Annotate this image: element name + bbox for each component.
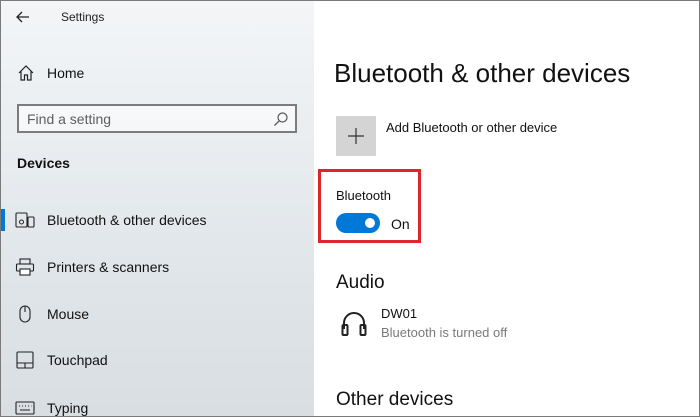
device-status: Bluetooth is turned off (381, 325, 508, 340)
sidebar-item-printers[interactable]: Printers & scanners (1, 249, 314, 285)
sidebar-item-mouse[interactable]: Mouse (1, 296, 314, 332)
device-item-dw01[interactable]: DW01 Bluetooth is turned off (336, 303, 676, 343)
sidebar-item-touchpad[interactable]: Touchpad (1, 342, 314, 378)
main-content: Bluetooth & other devices Add Bluetooth … (314, 1, 699, 416)
plus-icon (348, 128, 364, 144)
sidebar-item-label: Mouse (47, 306, 90, 322)
headphones-icon (341, 312, 367, 336)
search-icon[interactable] (273, 111, 289, 127)
home-icon (18, 65, 34, 81)
back-arrow-icon (16, 11, 29, 23)
sidebar-item-typing[interactable]: Typing (1, 390, 314, 416)
sidebar: Settings Home Devices Bluetooth & other (1, 1, 314, 416)
device-name: DW01 (381, 306, 418, 321)
sidebar-item-label: Touchpad (47, 352, 108, 368)
toggle-knob (365, 218, 375, 228)
page-title: Bluetooth & other devices (334, 58, 631, 88)
add-tile (336, 116, 376, 156)
app-title: Settings (61, 10, 105, 24)
bluetooth-state-text: On (391, 216, 410, 232)
selected-indicator (1, 209, 5, 231)
search-input[interactable] (27, 109, 267, 128)
sidebar-item-bluetooth[interactable]: Bluetooth & other devices (1, 202, 314, 238)
bluetooth-devices-icon (15, 212, 35, 228)
back-button[interactable] (11, 5, 35, 29)
title-bar: Settings (1, 1, 314, 33)
add-device-label: Add Bluetooth or other device (386, 120, 558, 135)
bluetooth-toggle[interactable] (336, 213, 380, 233)
mouse-icon (19, 305, 31, 323)
add-device-button[interactable]: Add Bluetooth or other device (336, 116, 666, 156)
sidebar-item-label: Bluetooth & other devices (47, 212, 207, 228)
bluetooth-label: Bluetooth (336, 188, 391, 203)
other-devices-section-title: Other devices (336, 389, 454, 410)
printer-icon (15, 258, 35, 276)
sidebar-item-label: Printers & scanners (47, 259, 170, 275)
keyboard-icon (15, 401, 35, 415)
touchpad-icon (16, 351, 34, 369)
settings-window: Settings Home Devices Bluetooth & other (0, 0, 700, 417)
sidebar-item-label: Typing (47, 400, 89, 416)
search-box (17, 104, 297, 133)
sidebar-item-label: Home (47, 65, 85, 81)
sidebar-item-home[interactable]: Home (1, 58, 314, 88)
audio-section-title: Audio (336, 272, 385, 293)
sidebar-section-label: Devices (17, 155, 70, 171)
